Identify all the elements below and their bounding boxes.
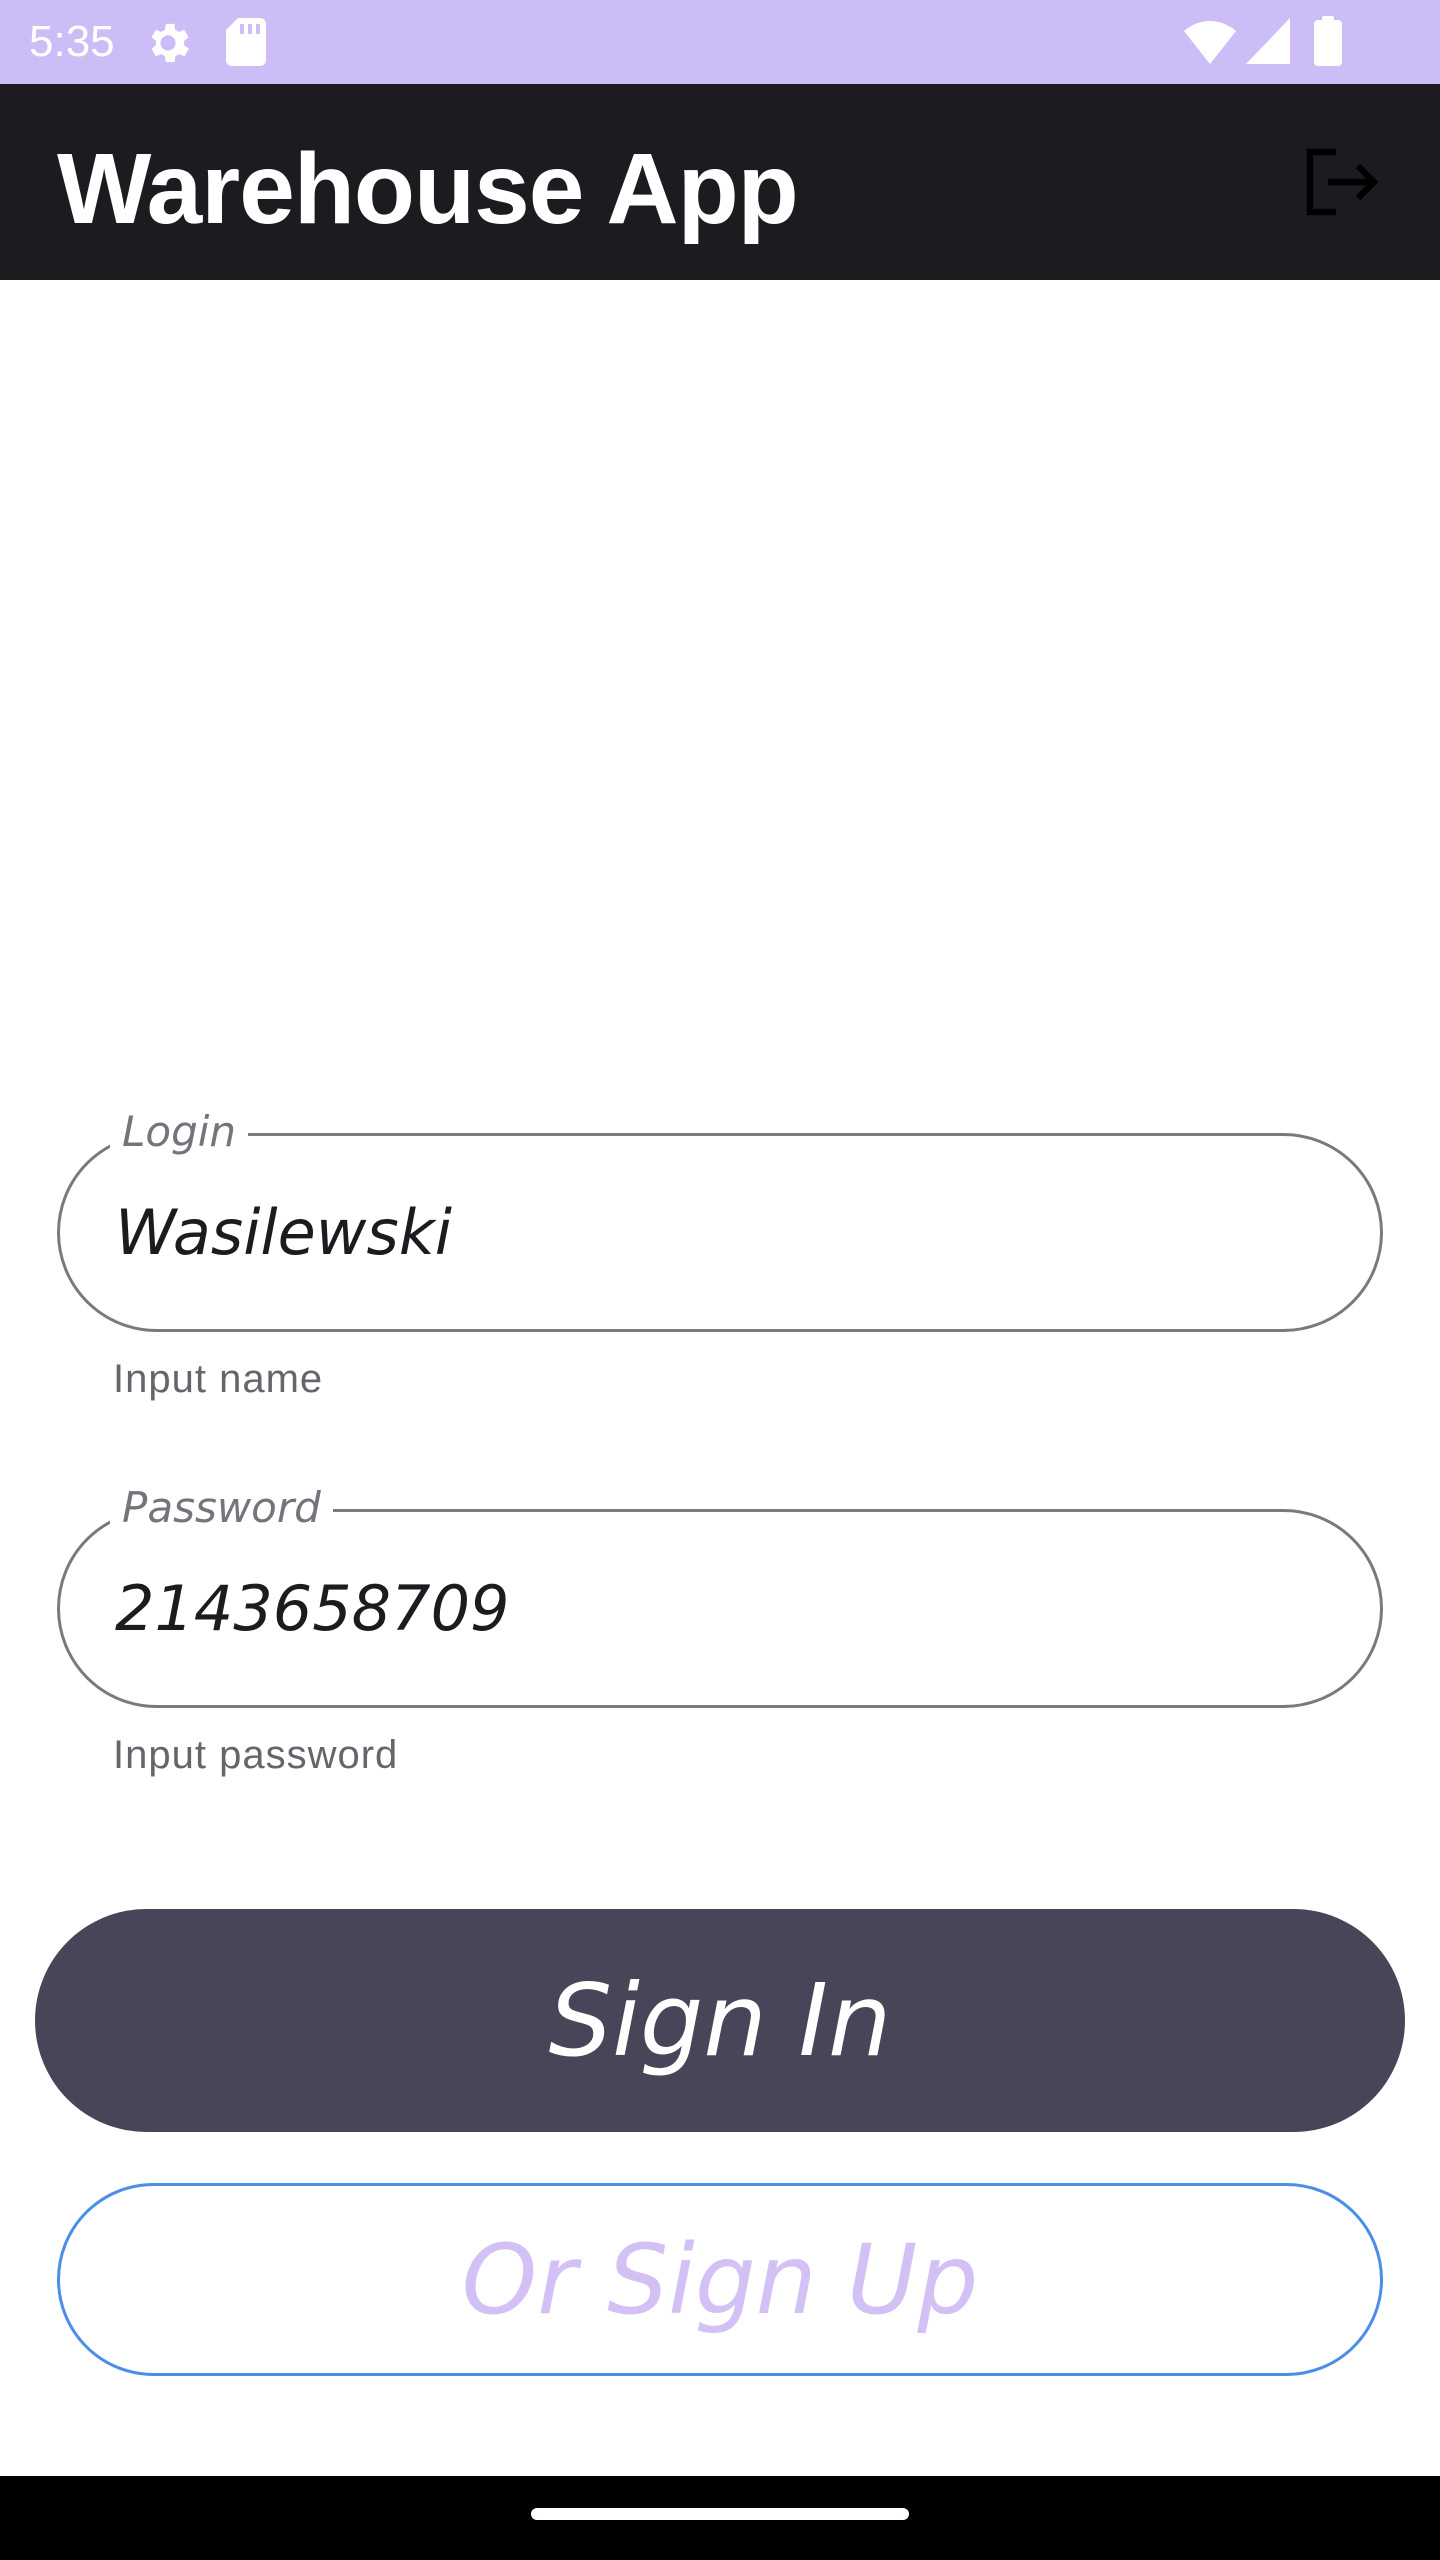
password-field: Password	[57, 1480, 1383, 1708]
sign-in-label: Sign In	[548, 1962, 892, 2079]
sign-up-button[interactable]: Or Sign Up	[57, 2183, 1383, 2376]
sd-card-icon	[226, 18, 266, 66]
sign-in-button[interactable]: Sign In	[35, 1909, 1405, 2132]
app-bar: Warehouse App	[0, 84, 1440, 280]
cellular-signal-icon	[1246, 18, 1290, 64]
sign-up-label: Or Sign Up	[461, 2223, 979, 2336]
status-bar: 5:35	[0, 0, 1440, 84]
password-input[interactable]	[115, 1512, 1320, 1705]
logout-button[interactable]	[1292, 132, 1392, 232]
battery-icon	[1314, 16, 1342, 66]
logout-icon	[1306, 148, 1379, 216]
login-input[interactable]	[115, 1136, 1320, 1329]
login-helper-text: Input name	[113, 1357, 324, 1401]
settings-gear-icon	[151, 23, 189, 63]
status-time: 5:35	[29, 17, 115, 66]
wifi-icon	[1184, 21, 1236, 64]
login-field: Login	[57, 1104, 1383, 1332]
password-helper-text: Input password	[113, 1733, 399, 1777]
app-title: Warehouse App	[57, 133, 799, 245]
home-gesture-handle[interactable]	[531, 2508, 909, 2520]
